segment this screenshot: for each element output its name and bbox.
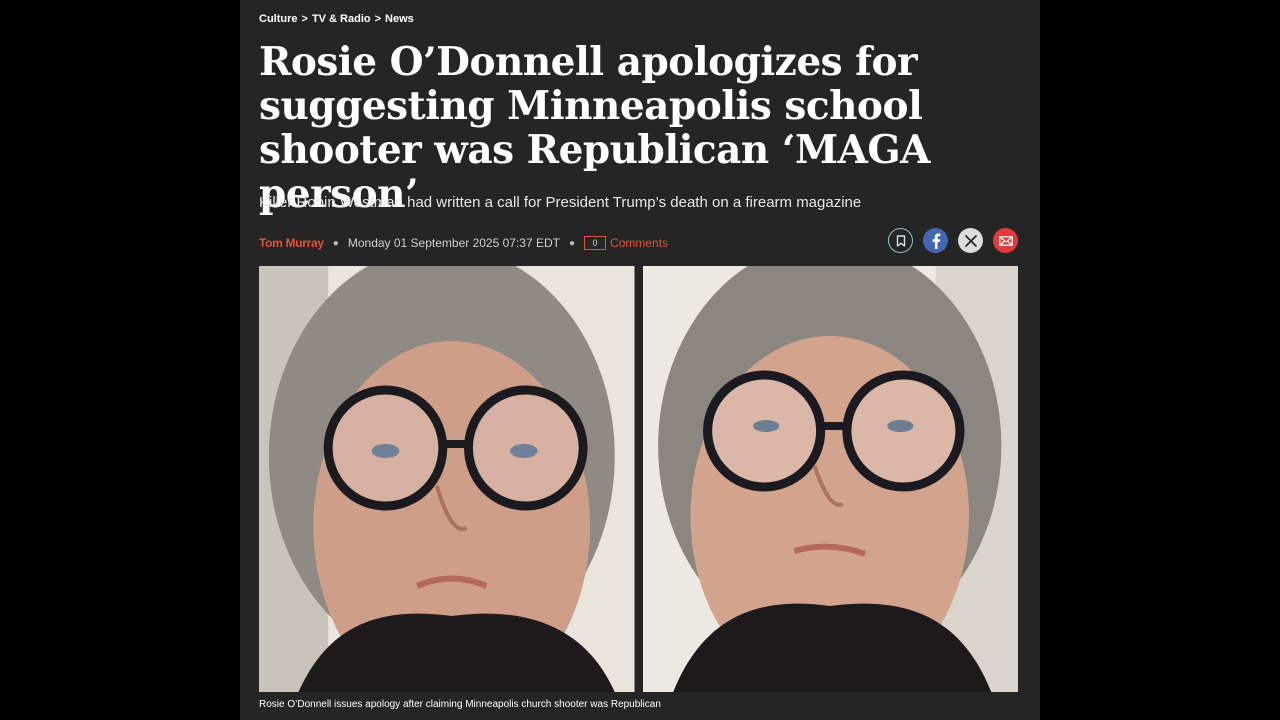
comment-count-badge: 0 xyxy=(584,236,607,250)
breadcrumb-news[interactable]: News xyxy=(385,13,414,25)
image-caption: Rosie O’Donnell issues apology after cla… xyxy=(259,699,661,710)
x-icon xyxy=(964,234,977,247)
bookmark-icon xyxy=(896,234,905,247)
facebook-share-button[interactable] xyxy=(923,228,948,253)
breadcrumb-tv-radio[interactable]: TV & Radio xyxy=(312,13,371,25)
email-icon xyxy=(998,235,1013,246)
photo-right xyxy=(642,266,1018,692)
breadcrumb-separator: > xyxy=(374,13,382,25)
article-subheadline: Killer Robin Westman had written a call … xyxy=(259,194,862,211)
bookmark-button[interactable] xyxy=(888,228,913,253)
author-link[interactable]: Tom Murray xyxy=(259,236,324,250)
publish-date: Monday 01 September 2025 07:37 EDT xyxy=(347,236,560,250)
comments-link[interactable]: 0 Comments xyxy=(584,236,668,250)
byline-separator-dot: ● xyxy=(332,237,339,249)
byline-separator-dot: ● xyxy=(568,237,576,249)
share-bar xyxy=(888,228,1018,253)
breadcrumb: Culture > TV & Radio > News xyxy=(259,13,414,25)
comments-label: Comments xyxy=(610,236,669,250)
article-image xyxy=(259,266,1018,692)
x-share-button[interactable] xyxy=(958,228,983,253)
breadcrumb-separator: > xyxy=(301,13,308,25)
article-headline: Rosie O’Donnell apologizes for suggestin… xyxy=(259,39,930,217)
facebook-icon xyxy=(932,233,940,249)
article-container: Culture > TV & Radio > News Rosie O’Donn… xyxy=(240,0,1040,720)
portrait-photo xyxy=(259,266,635,692)
email-share-button[interactable] xyxy=(993,228,1018,253)
breadcrumb-culture[interactable]: Culture xyxy=(259,13,298,25)
photo-left xyxy=(259,266,635,692)
portrait-photo xyxy=(642,266,1018,692)
